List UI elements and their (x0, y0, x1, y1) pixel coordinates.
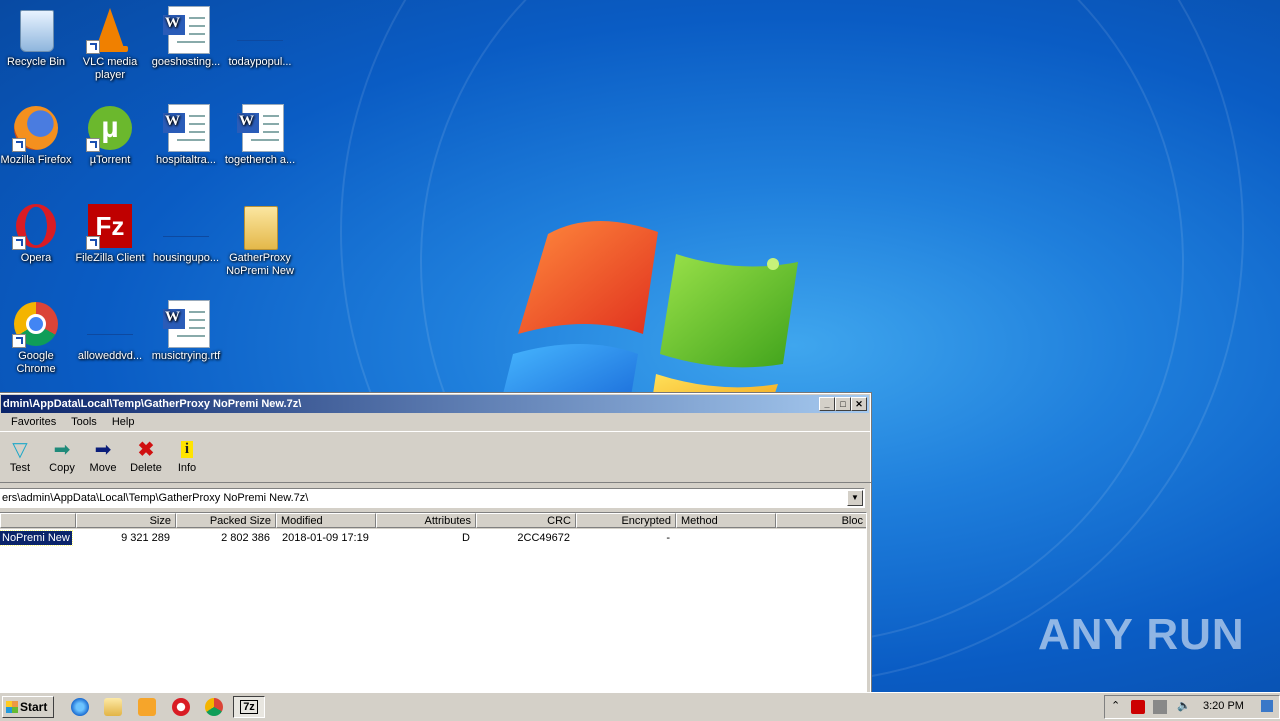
cell-name: NoPremi New (0, 530, 73, 546)
desktop-icon-hospitaltra[interactable]: W hospitaltra... (148, 104, 224, 167)
word-document-icon: W (162, 300, 210, 348)
desktop-icon-filezilla[interactable]: Fz FileZilla Client (72, 202, 148, 265)
windows-logo (498, 220, 798, 414)
blank-file-icon (86, 300, 134, 348)
info-button[interactable]: i Info (166, 436, 208, 474)
desktop-icon-goeshosting[interactable]: W goeshosting... (148, 6, 224, 69)
menu-favorites[interactable]: Favorites (11, 416, 56, 428)
cell-packed-size: 2 802 386 (221, 532, 270, 544)
table-row[interactable]: NoPremi New 9 321 289 2 802 386 2018-01-… (0, 530, 866, 546)
menu-bar: Favorites Tools Help (0, 413, 871, 431)
shortcut-arrow-icon (12, 334, 26, 348)
address-path: ers\admin\AppData\Local\Temp\GatherProxy… (2, 492, 309, 504)
start-button[interactable]: Start (2, 696, 54, 718)
word-document-icon: W (162, 6, 210, 54)
chrome-icon[interactable] (205, 698, 223, 716)
check-icon: ▽ (12, 438, 28, 461)
delete-button[interactable]: ✖ Delete (125, 436, 167, 475)
desktop-icon-musictrying[interactable]: W musictrying.rtf (148, 300, 224, 363)
system-tray: ⌃ 🔈 3:20 PM (1104, 695, 1280, 719)
column-size[interactable]: Size (76, 513, 176, 528)
desktop-icon-utorrent[interactable]: µ µTorrent (72, 104, 148, 167)
delete-x-icon: ✖ (137, 438, 155, 461)
shortcut-arrow-icon (86, 40, 100, 54)
chrome-icon (12, 300, 60, 348)
maximize-button[interactable]: □ (835, 397, 851, 411)
desktop-icon-opera[interactable]: Opera (0, 202, 74, 265)
desktop-icon-todaypopul[interactable]: todaypopul... (222, 6, 298, 69)
cell-modified: 2018-01-09 17:19 (282, 532, 369, 544)
folder-icon (236, 202, 284, 250)
shortcut-arrow-icon (12, 236, 26, 250)
cell-size: 9 321 289 (121, 532, 170, 544)
vlc-cone-icon (86, 6, 134, 54)
copy-button[interactable]: ➡ Copy (41, 436, 83, 475)
window-title: dmin\AppData\Local\Temp\GatherProxy NoPr… (3, 398, 302, 410)
desktop-icon-chrome[interactable]: Google Chrome (0, 300, 74, 376)
opera-icon (12, 202, 60, 250)
window-titlebar[interactable]: dmin\AppData\Local\Temp\GatherProxy NoPr… (1, 395, 869, 413)
network-icon[interactable] (1153, 700, 1167, 714)
explorer-folder-icon[interactable] (104, 698, 122, 716)
desktop-icon-recycle-bin[interactable]: Recycle Bin (0, 6, 74, 69)
volume-icon[interactable]: 🔈 (1177, 699, 1191, 712)
windows-flag-icon (6, 701, 18, 713)
file-list[interactable]: Size Packed Size Modified Attributes CRC… (0, 512, 867, 692)
internet-explorer-icon[interactable] (71, 698, 89, 716)
desktop-icon-alloweddvd[interactable]: alloweddvd... (72, 300, 148, 363)
shortcut-arrow-icon (12, 138, 26, 152)
cell-encrypted: - (666, 532, 670, 544)
shortcut-arrow-icon (86, 236, 100, 250)
info-icon: i (166, 436, 208, 462)
desktop-icon-vlc[interactable]: VLC media player (72, 6, 148, 82)
word-document-icon: W (162, 104, 210, 152)
desktop-icon-firefox[interactable]: Mozilla Firefox (0, 104, 74, 167)
test-button[interactable]: ▽ Test (0, 436, 41, 475)
close-button[interactable]: ✕ (851, 397, 867, 411)
column-method[interactable]: Method (676, 513, 776, 528)
filezilla-icon: Fz (86, 202, 134, 250)
shortcut-arrow-icon (86, 138, 100, 152)
column-packed-size[interactable]: Packed Size (176, 513, 276, 528)
cell-crc: 2CC49672 (517, 532, 570, 544)
taskbar-item-7zip[interactable]: 7z (233, 696, 265, 718)
move-arrow-icon: ➡ (94, 438, 112, 461)
utorrent-icon: µ (86, 104, 134, 152)
move-button[interactable]: ➡ Move (82, 436, 124, 475)
desktop-icon-gatherproxy-folder[interactable]: GatherProxy NoPremi New (222, 202, 298, 278)
show-hidden-icons-icon[interactable]: ⌃ (1111, 699, 1120, 712)
anyrun-watermark: ANY RUN (1038, 610, 1245, 659)
column-crc[interactable]: CRC (476, 513, 576, 528)
media-player-icon[interactable] (138, 698, 156, 716)
7zip-file-manager-window[interactable]: dmin\AppData\Local\Temp\GatherProxy NoPr… (0, 392, 872, 694)
address-bar[interactable]: ers\admin\AppData\Local\Temp\GatherProxy… (0, 488, 865, 508)
show-desktop-button[interactable] (1261, 700, 1273, 712)
menu-help[interactable]: Help (112, 416, 135, 428)
column-name[interactable] (0, 513, 76, 528)
desktop-icon-togethercha[interactable]: W togetherch a... (222, 104, 298, 167)
blank-file-icon (162, 202, 210, 250)
blank-file-icon (236, 6, 284, 54)
copy-arrow-icon: ➡ (53, 438, 71, 461)
menu-tools[interactable]: Tools (71, 416, 97, 428)
column-modified[interactable]: Modified (276, 513, 376, 528)
clock[interactable]: 3:20 PM (1203, 700, 1244, 712)
recycle-bin-icon (12, 6, 60, 54)
chevron-down-icon[interactable]: ▼ (847, 490, 863, 506)
toolbar: ▽ Test ➡ Copy ➡ Move ✖ Delete i Info (0, 431, 871, 483)
column-block[interactable]: Bloc (776, 513, 866, 528)
action-center-icon[interactable] (1131, 700, 1145, 714)
column-headers: Size Packed Size Modified Attributes CRC… (0, 513, 866, 529)
column-attributes[interactable]: Attributes (376, 513, 476, 528)
taskbar: Start 7z ⌃ 🔈 3:20 PM (0, 692, 1280, 721)
opera-icon[interactable] (172, 698, 190, 716)
word-document-icon: W (236, 104, 284, 152)
firefox-icon (12, 104, 60, 152)
desktop-icon-housingupo[interactable]: housingupo... (148, 202, 224, 265)
cell-attributes: D (462, 532, 470, 544)
column-encrypted[interactable]: Encrypted (576, 513, 676, 528)
minimize-button[interactable]: _ (819, 397, 835, 411)
